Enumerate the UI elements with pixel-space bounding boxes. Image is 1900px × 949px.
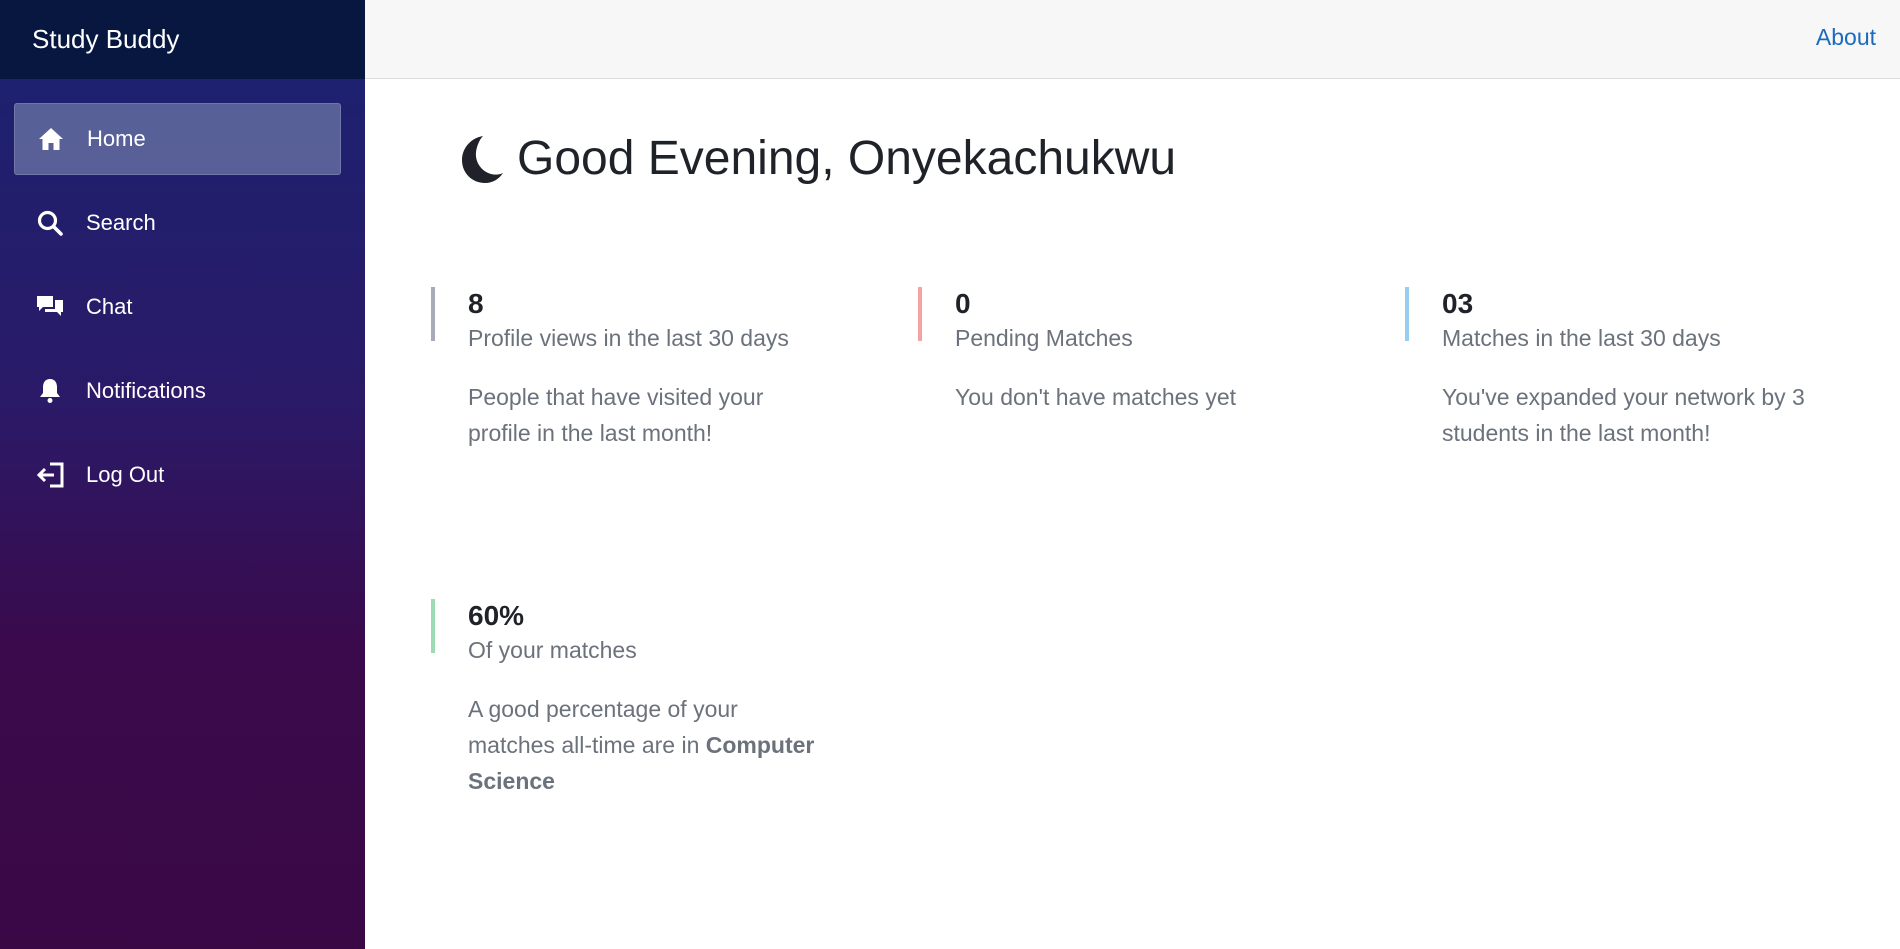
stat-accent-bar: [431, 287, 435, 341]
stat-description: People that have visited your profile in…: [468, 384, 764, 446]
sidebar-item-search[interactable]: Search: [14, 187, 341, 259]
moon-icon: [453, 133, 505, 185]
logout-icon: [36, 461, 64, 489]
sidebar-nav: Home Search Chat Notifications Log Out: [0, 79, 365, 511]
sidebar-item-label: Chat: [86, 294, 133, 319]
search-icon: [36, 209, 64, 237]
sidebar-item-logout[interactable]: Log Out: [14, 439, 341, 511]
bell-icon: [36, 377, 64, 405]
sidebar-item-label: Log Out: [86, 462, 165, 487]
stat-description: You don't have matches yet: [955, 384, 1237, 410]
stat-accent-bar: [918, 287, 922, 341]
sidebar-item-notifications[interactable]: Notifications: [14, 355, 341, 427]
stat-pending-matches: 0 Pending Matches You don't have matches…: [918, 287, 1318, 415]
about-link[interactable]: About: [1816, 24, 1876, 51]
stat-value: 0: [955, 288, 971, 319]
stat-value: 03: [1442, 288, 1474, 319]
chat-icon: [36, 293, 64, 321]
sidebar-item-home[interactable]: Home: [14, 103, 341, 175]
brand-label: Study Buddy: [32, 24, 180, 54]
stat-description: A good percentage of your matches all-ti…: [468, 691, 831, 799]
stat-description: You've expanded your network by 3 studen…: [1442, 384, 1805, 446]
app-root: Study Buddy Home Search Chat Notificatio…: [0, 0, 1900, 949]
stat-profile-views: 8 Profile views in the last 30 days Peop…: [431, 287, 831, 451]
stat-value: 8: [468, 288, 484, 319]
sidebar-item-label: Home: [87, 126, 146, 151]
stat-description-text: A good percentage of your matches all-ti…: [468, 696, 738, 758]
brand-title[interactable]: Study Buddy: [0, 0, 365, 79]
stat-match-percentage: 60% Of your matches A good percentage of…: [431, 599, 831, 799]
stat-label: Of your matches: [468, 637, 637, 663]
sidebar-item-label: Search: [86, 210, 156, 235]
stat-label: Pending Matches: [955, 325, 1133, 351]
sidebar-item-chat[interactable]: Chat: [14, 271, 341, 343]
page-title: Good Evening, Onyekachukwu: [453, 131, 1176, 186]
home-icon: [37, 125, 65, 153]
stat-matches-30-days: 03 Matches in the last 30 days You've ex…: [1405, 287, 1805, 451]
greeting-text: Good Evening, Onyekachukwu: [517, 132, 1177, 185]
sidebar-item-label: Notifications: [86, 378, 206, 403]
stat-label: Profile views in the last 30 days: [468, 325, 789, 351]
main-content: Good Evening, Onyekachukwu 8 Profile vie…: [365, 79, 1900, 949]
sidebar: Study Buddy Home Search Chat Notificatio…: [0, 0, 365, 949]
top-bar: About: [365, 0, 1900, 79]
stat-value: 60%: [468, 600, 525, 631]
stat-accent-bar: [431, 599, 435, 653]
stat-accent-bar: [1405, 287, 1409, 341]
stat-label: Matches in the last 30 days: [1442, 325, 1721, 351]
